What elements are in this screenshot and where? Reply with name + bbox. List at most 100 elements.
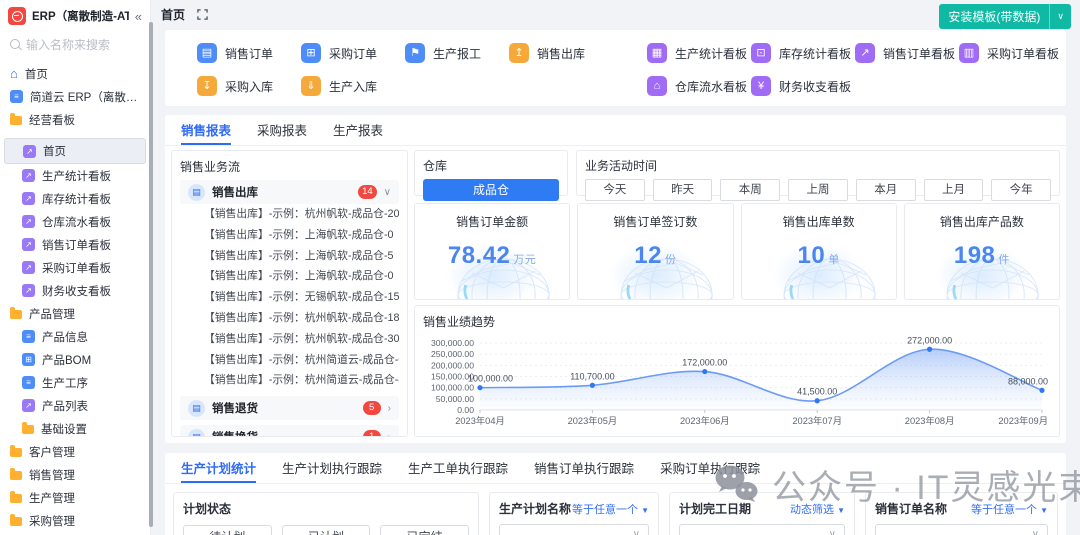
flow-group-销售退货[interactable]: ▤销售退货5›	[180, 396, 399, 420]
chevron-right-icon[interactable]: ›	[388, 403, 391, 414]
status-option-已计划[interactable]: 已计划	[282, 525, 371, 535]
chevron-down-icon: ▼	[837, 506, 845, 515]
install-chevron-down-icon[interactable]: ∨	[1049, 4, 1071, 29]
sidebar-item-基础设置[interactable]: 基础设置	[4, 417, 146, 440]
status-option-已完结[interactable]: 已完结	[380, 525, 469, 535]
time-filter-options: 今天昨天本周上周本月上月今年	[585, 179, 1051, 201]
sidebar-item-首页[interactable]: ↗首页	[4, 138, 146, 164]
kpi-row: 销售订单金额78.42万元销售订单签订数12份销售出库单数10单销售出库产品数1…	[414, 203, 1060, 300]
plan-tabbar: 生产计划统计生产计划执行跟踪生产工单执行跟踪销售订单执行跟踪采购订单执行跟踪	[165, 453, 1066, 484]
sidebar-item-采购管理[interactable]: 采购管理	[4, 509, 146, 532]
filter-select[interactable]: ∨	[679, 524, 845, 535]
status-options: 待计划已计划已完结	[183, 525, 469, 535]
tab-生产计划执行跟踪[interactable]: 生产计划执行跟踪	[282, 453, 382, 483]
plan-filters-row: 计划状态待计划已计划已完结生产计划名称等于任意一个 ▼∨计划完工日期动态筛选 ▼…	[165, 484, 1066, 535]
sales-flow-title: 销售业务流	[180, 158, 399, 175]
quick-link-label: 库存统计看板	[779, 45, 851, 62]
flow-record[interactable]: 【销售出库】-示例：无锡帆软-成品仓-15	[180, 287, 399, 308]
tab-生产工单执行跟踪[interactable]: 生产工单执行跟踪	[408, 453, 508, 483]
quick-link-采购订单[interactable]: ⊞采购订单	[301, 43, 405, 63]
time-option-上周[interactable]: 上周	[788, 179, 848, 201]
folder-icon	[10, 310, 22, 319]
sidebar-item-label: 生产工序	[42, 375, 88, 391]
sidebar-item-经营看板[interactable]: 经营看板	[4, 108, 146, 131]
sidebar-scrollbar[interactable]	[149, 22, 153, 527]
quick-link-label: 生产报工	[433, 45, 481, 62]
flow-group-销售出库[interactable]: ▤销售出库14∨	[180, 180, 399, 204]
sidebar-item-首页[interactable]: ⌂首页	[4, 62, 146, 85]
fullscreen-icon[interactable]	[197, 9, 208, 20]
svg-text:41,500.00: 41,500.00	[797, 387, 837, 397]
sidebar-item-label: 客户管理	[29, 444, 75, 460]
sidebar-item-label: 生产管理	[29, 490, 75, 506]
time-option-本月[interactable]: 本月	[856, 179, 916, 201]
flow-record[interactable]: 【销售出库】-示例：上海帆软-成品仓-0	[180, 266, 399, 287]
install-template-button[interactable]: 安装模板(带数据) ∨	[939, 4, 1071, 29]
quick-link-采购订单看板[interactable]: ▥采购订单看板	[959, 43, 1063, 63]
tab-销售订单执行跟踪[interactable]: 销售订单执行跟踪	[534, 453, 634, 483]
filter-panel-销售订单名称: 销售订单名称等于任意一个 ▼∨	[865, 492, 1058, 535]
quick-link-采购入库[interactable]: ↧采购入库	[197, 76, 301, 96]
quick-link-生产入库[interactable]: ⇓生产入库	[301, 76, 405, 96]
chevron-right-icon[interactable]: ›	[388, 432, 391, 437]
tab-采购报表[interactable]: 采购报表	[257, 115, 307, 145]
time-option-昨天[interactable]: 昨天	[653, 179, 713, 201]
chevron-down-icon[interactable]: ∨	[384, 187, 391, 198]
warehouse-option-button[interactable]: 成品仓	[423, 179, 559, 201]
kpi-card-销售出库产品数: 销售出库产品数198件	[904, 203, 1060, 300]
tab-销售报表[interactable]: 销售报表	[181, 115, 231, 145]
sidebar-item-简道云 ERP（离散制造-ATO）「...[interactable]: ≡简道云 ERP（离散制造-ATO）「...	[4, 85, 146, 108]
sidebar-item-仓库流水看板[interactable]: ↗仓库流水看板	[4, 210, 146, 233]
tab-采购订单执行跟踪[interactable]: 采购订单执行跟踪	[660, 453, 760, 483]
flow-record[interactable]: 【销售出库】-示例：杭州简道云-成品仓-40	[180, 370, 399, 391]
sidebar-item-销售订单看板[interactable]: ↗销售订单看板	[4, 233, 146, 256]
sidebar-nav: ⌂首页≡简道云 ERP（离散制造-ATO）「...经营看板↗首页↗生产统计看板↗…	[0, 60, 150, 535]
sidebar-item-客户管理[interactable]: 客户管理	[4, 440, 146, 463]
quick-link-生产统计看板[interactable]: ▦生产统计看板	[647, 43, 751, 63]
sidebar-item-产品管理[interactable]: 产品管理	[4, 302, 146, 325]
flow-record[interactable]: 【销售出库】-示例：杭州帆软-成品仓-20	[180, 204, 399, 225]
flow-record[interactable]: 【销售出库】-示例：上海帆软-成品仓-5	[180, 246, 399, 267]
quick-link-仓库流水看板[interactable]: ⌂仓库流水看板	[647, 76, 751, 96]
filter-panel-生产计划名称: 生产计划名称等于任意一个 ▼∨	[489, 492, 659, 535]
quick-link-生产报工[interactable]: ⚑生产报工	[405, 43, 509, 63]
time-option-本周[interactable]: 本周	[720, 179, 780, 201]
tab-生产计划统计[interactable]: 生产计划统计	[181, 453, 256, 483]
flow-record[interactable]: 【销售出库】-示例：杭州帆软-成品仓-18	[180, 308, 399, 329]
flow-group-销售换货[interactable]: ▤销售换货1›	[180, 425, 399, 437]
tab-生产报表[interactable]: 生产报表	[333, 115, 383, 145]
sidebar-collapse-icon[interactable]: «	[135, 9, 142, 24]
flow-record[interactable]: 【销售出库】-示例：上海帆软-成品仓-0	[180, 225, 399, 246]
time-option-上月[interactable]: 上月	[924, 179, 984, 201]
page-tab-home[interactable]: 首页	[161, 6, 185, 23]
svg-text:2023年07月: 2023年07月	[792, 415, 842, 426]
filter-operator-link[interactable]: 等于任意一个 ▼	[572, 501, 649, 517]
flow-record[interactable]: 【销售出库】-示例：杭州帆软-成品仓-30	[180, 329, 399, 350]
time-option-今年[interactable]: 今年	[991, 179, 1051, 201]
quick-link-销售订单看板[interactable]: ↗销售订单看板	[855, 43, 959, 63]
sidebar-item-采购订单看板[interactable]: ↗采购订单看板	[4, 256, 146, 279]
kpi-unit: 万元	[513, 254, 536, 266]
quick-link-库存统计看板[interactable]: ⊡库存统计看板	[751, 43, 855, 63]
sidebar-item-财务收支看板[interactable]: ↗财务收支看板	[4, 279, 146, 302]
dashboard-icon: ↗	[22, 284, 35, 297]
sidebar-item-销售管理[interactable]: 销售管理	[4, 463, 146, 486]
filter-select[interactable]: ∨	[875, 524, 1048, 535]
sidebar-item-产品BOM[interactable]: ⊞产品BOM	[4, 348, 146, 371]
sidebar-item-生产管理[interactable]: 生产管理	[4, 486, 146, 509]
sidebar-item-产品列表[interactable]: ↗产品列表	[4, 394, 146, 417]
sidebar-search-input[interactable]: 输入名称来搜索	[10, 34, 140, 54]
quick-link-销售出库[interactable]: ↥销售出库	[509, 43, 613, 63]
time-option-今天[interactable]: 今天	[585, 179, 645, 201]
flow-record[interactable]: 【销售出库】-示例：杭州简道云-成品仓-0	[180, 350, 399, 371]
quick-link-财务收支看板[interactable]: ¥财务收支看板	[751, 76, 855, 96]
sidebar-item-库存统计看板[interactable]: ↗库存统计看板	[4, 187, 146, 210]
filter-select[interactable]: ∨	[499, 524, 649, 535]
filter-operator-link[interactable]: 等于任意一个 ▼	[971, 501, 1048, 517]
status-option-待计划[interactable]: 待计划	[183, 525, 272, 535]
sidebar-item-产品信息[interactable]: ≡产品信息	[4, 325, 146, 348]
sidebar-item-生产工序[interactable]: ≡生产工序	[4, 371, 146, 394]
sidebar-item-生产统计看板[interactable]: ↗生产统计看板	[4, 164, 146, 187]
filter-operator-link[interactable]: 动态筛选 ▼	[790, 501, 845, 517]
quick-link-销售订单[interactable]: ▤销售订单	[197, 43, 301, 63]
